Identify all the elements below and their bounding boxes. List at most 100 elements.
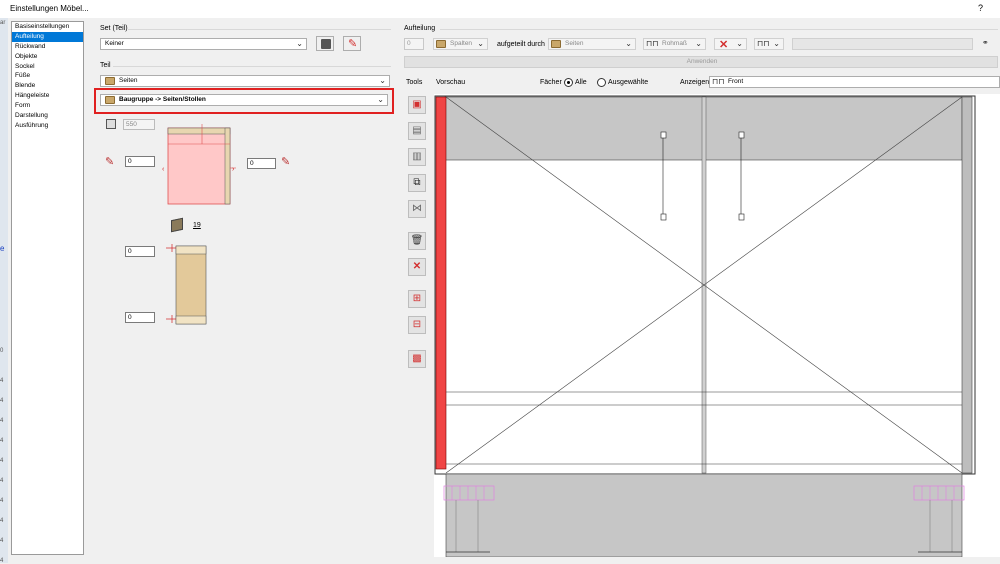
clipboard-paste-icon: ▥ bbox=[412, 151, 422, 162]
part-front-diagram bbox=[166, 244, 207, 325]
anwenden-button[interactable]: Anwenden bbox=[404, 56, 998, 68]
bottom-offset-field[interactable]: 0 bbox=[125, 312, 155, 323]
teil-group-dropdown[interactable]: Baugruppe -> Seiten/Stollen ⌄ bbox=[100, 94, 388, 106]
set-dropdown-value: Keiner bbox=[105, 40, 124, 47]
nav-item-haengeleiste[interactable]: Hängeleiste bbox=[12, 91, 83, 101]
copy-icon: ⧉ bbox=[413, 177, 421, 188]
pencil-icon: ✎ bbox=[348, 38, 358, 50]
nav-item-darstellung[interactable]: Darstellung bbox=[12, 111, 83, 121]
chevron-down-icon: ⌄ bbox=[736, 39, 743, 48]
help-button[interactable]: ? bbox=[978, 3, 983, 13]
strip-text: 4 bbox=[0, 518, 4, 524]
nav-item-aufteilung[interactable]: Aufteilung bbox=[12, 31, 83, 42]
top-offset-field[interactable]: 0 bbox=[125, 246, 155, 257]
anzeigen-dropdown[interactable]: ⊓⊓ Front bbox=[709, 76, 1000, 88]
anzeigen-value: Front bbox=[728, 78, 744, 85]
right-offset-field[interactable]: 0 bbox=[247, 158, 276, 169]
delete-part-icon: ▩ bbox=[412, 353, 422, 364]
spalten-value: Spalten bbox=[450, 40, 473, 47]
insert-below-icon: ⊟ bbox=[412, 319, 422, 330]
preview-canvas[interactable] bbox=[434, 94, 1000, 558]
bottom-offset-value: 0 bbox=[128, 314, 132, 321]
set-dropdown[interactable]: Keiner ⌄ bbox=[100, 38, 307, 50]
settings-nav-list[interactable]: Basiseinstellungen Aufteilung Rückwand O… bbox=[11, 21, 84, 555]
teil-type-value: Seiten bbox=[119, 77, 138, 84]
pencil-icon[interactable]: ✎ bbox=[281, 155, 290, 168]
teil-label: Teil bbox=[100, 62, 111, 69]
nav-item-rueckwand[interactable]: Rückwand bbox=[12, 42, 83, 52]
profile-dropdown[interactable]: ⊓⊓ ⌄ bbox=[754, 38, 784, 50]
tool-delete-part-button[interactable]: ▩ bbox=[408, 350, 426, 368]
nav-item-ausfuehrung[interactable]: Ausführung bbox=[12, 121, 83, 131]
radio-dot bbox=[567, 81, 570, 84]
aufgeteilt-durch-label: aufgeteilt durch bbox=[497, 41, 545, 48]
spalten-dropdown[interactable]: Spalten ⌄ bbox=[433, 38, 488, 50]
front-view-icon: ⊓⊓ bbox=[712, 77, 725, 86]
radio-alle[interactable] bbox=[564, 78, 573, 87]
rohmass-dropdown[interactable]: ⊓⊓ Rohmaß ⌄ bbox=[643, 38, 706, 50]
left-offset-field[interactable]: 0 bbox=[125, 156, 155, 167]
clipboard-x-icon: ▣ bbox=[412, 99, 422, 110]
mirror-icon: ⋈ bbox=[412, 203, 422, 214]
folder-icon bbox=[105, 77, 115, 85]
link-icon[interactable]: ⚭ bbox=[982, 38, 989, 47]
tool-duplicate-button[interactable]: ⧉ bbox=[408, 174, 426, 192]
chevron-down-icon: ⌄ bbox=[695, 39, 702, 48]
x-icon: ✕ bbox=[719, 39, 729, 51]
strip-text: 4 bbox=[0, 478, 4, 484]
nav-item-objekte[interactable]: Objekte bbox=[12, 52, 83, 62]
nav-item-basiseinstellungen[interactable]: Basiseinstellungen bbox=[12, 22, 83, 32]
anwenden-label: Anwenden bbox=[686, 58, 718, 65]
set-label: Set (Teil) bbox=[100, 25, 128, 32]
folder-icon bbox=[551, 40, 561, 48]
svg-text:‹: ‹ bbox=[162, 166, 165, 173]
tool-insert-below-button[interactable]: ⊟ bbox=[408, 316, 426, 334]
delete-mode-dropdown[interactable]: ✕ ⌄ bbox=[714, 38, 747, 51]
profile-icon: ⊓⊓ bbox=[757, 39, 770, 48]
dimension-icon: ⊓⊓ bbox=[646, 39, 659, 48]
tool-mirror-button[interactable]: ⋈ bbox=[408, 200, 426, 218]
tool-trash-button[interactable]: 🗑 bbox=[408, 232, 426, 250]
strip-text: 4 bbox=[0, 398, 4, 404]
radio-ausgewaehlte[interactable] bbox=[597, 78, 606, 87]
tool-paste-button[interactable]: ▥ bbox=[408, 148, 426, 166]
strip-text: 4 bbox=[0, 438, 4, 444]
teil-type-dropdown[interactable]: Seiten ⌄ bbox=[100, 75, 390, 87]
pencil-icon[interactable]: ✎ bbox=[105, 155, 114, 168]
nav-item-blende[interactable]: Blende bbox=[12, 81, 83, 91]
tool-delete-selected-button[interactable]: ▣ bbox=[408, 96, 426, 114]
top-offset-value: 0 bbox=[128, 248, 132, 255]
teil-group-value: Baugruppe -> Seiten/Stollen bbox=[119, 96, 206, 103]
rohmass-value: Rohmaß bbox=[662, 40, 687, 47]
anzeigen-label: Anzeigen bbox=[680, 79, 710, 86]
part-side-diagram: ‹ › bbox=[162, 124, 236, 205]
edit-set-button[interactable]: ✎ bbox=[343, 36, 361, 51]
chevron-down-icon: ⌄ bbox=[379, 76, 386, 85]
chevron-down-icon: ⌄ bbox=[625, 39, 632, 48]
count-field[interactable]: 0 bbox=[404, 38, 424, 50]
chevron-down-icon: ⌄ bbox=[377, 95, 384, 104]
folder-icon bbox=[105, 96, 115, 104]
nav-item-sockel[interactable]: Sockel bbox=[12, 62, 83, 72]
save-button[interactable] bbox=[316, 36, 334, 51]
tool-insert-above-button[interactable]: ⊞ bbox=[408, 290, 426, 308]
value-field[interactable] bbox=[792, 38, 973, 50]
divider bbox=[128, 29, 391, 30]
strip-text: 4 bbox=[0, 378, 4, 384]
floppy-disk-icon bbox=[321, 39, 331, 49]
tool-copy-button[interactable]: ▤ bbox=[408, 122, 426, 140]
tools-label: Tools bbox=[406, 79, 423, 86]
cabinet-front-drawing bbox=[434, 95, 976, 558]
chevron-down-icon: ⌄ bbox=[477, 39, 484, 48]
clipboard-icon: ▤ bbox=[412, 125, 422, 136]
width-field[interactable]: 550 bbox=[123, 119, 155, 130]
nav-item-fuesse[interactable]: Füße bbox=[12, 71, 83, 81]
seiten-dropdown[interactable]: Seiten ⌄ bbox=[548, 38, 636, 50]
preview-label: Vorschau bbox=[436, 79, 466, 86]
nav-item-form[interactable]: Form bbox=[12, 101, 83, 111]
thickness-value[interactable]: 19 bbox=[193, 222, 201, 229]
tool-remove-button[interactable]: ✕ bbox=[408, 258, 426, 276]
left-offset-value: 0 bbox=[128, 158, 132, 165]
board-icon bbox=[171, 217, 183, 233]
calculator-icon[interactable] bbox=[106, 119, 116, 129]
